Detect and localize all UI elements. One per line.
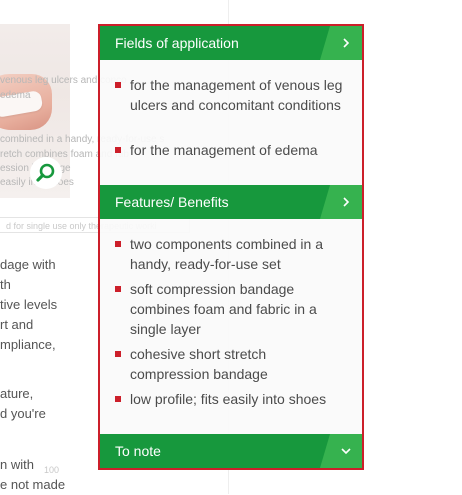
quantity-value: 100 (44, 465, 60, 475)
body-text-line: tive levels (0, 297, 58, 312)
list-item-text: cohesive short stretch compression banda… (130, 346, 268, 382)
bullet-square (115, 241, 121, 247)
product-info-accordion: Fields of application for the management… (98, 24, 364, 470)
bullet-square (115, 396, 121, 402)
list-item-text: for the management of edema (130, 142, 318, 158)
list-item-text: for the management of venous leg ulcers … (130, 77, 343, 113)
list-item: two components combined in a handy, read… (115, 234, 347, 274)
accordion-header-to-note[interactable]: To note (100, 434, 362, 468)
list-item: low profile; fits easily into shoes (115, 389, 347, 409)
bullet-square (115, 286, 121, 292)
body-text-line: d you're (0, 406, 46, 421)
bullet-square (115, 147, 121, 153)
magnifier-icon (36, 163, 55, 182)
accordion-header-title: Features/ Benefits (115, 194, 229, 210)
list-item-text: soft compression bandage combines foam a… (130, 281, 317, 337)
list-item-text: low profile; fits easily into shoes (130, 391, 327, 407)
accordion-header-features-benefits[interactable]: Features/ Benefits (100, 185, 362, 219)
accordion-header-fields-of-application[interactable]: Fields of application (100, 26, 362, 60)
list-item: for the management of venous leg ulcers … (115, 75, 347, 115)
list-item-text: two components combined in a handy, read… (130, 236, 323, 272)
list-item: cohesive short stretch compression banda… (115, 344, 347, 384)
accordion-header-title: Fields of application (115, 35, 239, 51)
chevron-right-icon[interactable] (336, 185, 356, 219)
body-text-line: th (0, 277, 11, 292)
list-item: soft compression bandage combines foam a… (115, 279, 347, 339)
body-text-line: mpliance, (0, 337, 56, 352)
bullet-square (115, 351, 121, 357)
body-text-line: e not made (0, 477, 66, 492)
list-item: for the management of edema (115, 140, 347, 160)
bullet-square (115, 82, 121, 88)
body-text-line: rt and (0, 317, 34, 332)
body-text-line: ature, (0, 386, 34, 401)
faded-text-line: edema (0, 90, 31, 101)
body-text-line: dage with (0, 257, 56, 272)
chevron-right-icon[interactable] (336, 26, 356, 60)
zoom-button[interactable] (30, 157, 62, 189)
chevron-down-icon[interactable] (336, 434, 356, 468)
accordion-header-title: To note (115, 443, 161, 459)
